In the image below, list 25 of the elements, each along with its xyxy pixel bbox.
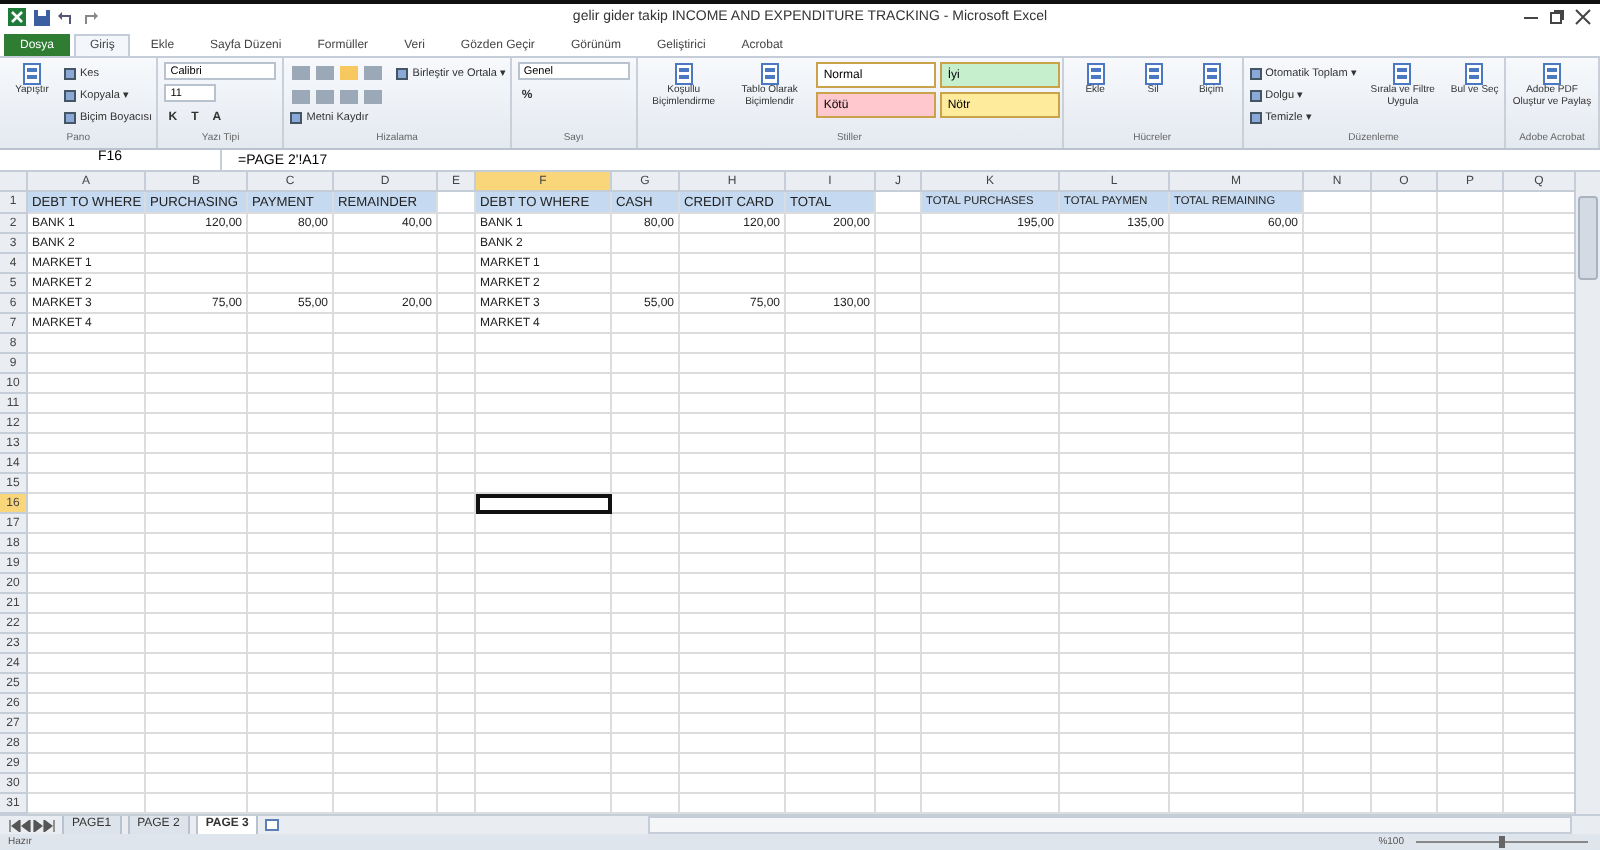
document-icon <box>671 62 696 86</box>
save-icon[interactable] <box>34 9 50 25</box>
tool-icon <box>290 111 303 123</box>
restore-icon[interactable] <box>1548 8 1566 26</box>
new-sheet-icon[interactable] <box>264 818 281 832</box>
tool-icon <box>396 67 409 79</box>
document-icon <box>1462 62 1487 86</box>
document-icon <box>1141 62 1166 86</box>
document-icon <box>1390 62 1415 86</box>
document-icon <box>1540 62 1564 86</box>
sheet-navigation-icon[interactable] <box>8 819 56 831</box>
horizontal-scrollbar[interactable] <box>648 816 1572 834</box>
slider-thumb[interactable] <box>1499 836 1505 848</box>
document-icon <box>20 62 44 86</box>
undo-icon[interactable] <box>58 9 74 25</box>
document-icon <box>1199 62 1224 86</box>
document-icon <box>1083 62 1108 86</box>
close-icon[interactable] <box>1574 8 1592 26</box>
vertical-scrollbar[interactable] <box>1574 172 1600 814</box>
active-cell[interactable] <box>476 494 612 514</box>
document-icon <box>757 62 782 86</box>
zoom-slider[interactable] <box>1412 836 1592 848</box>
redo-icon[interactable] <box>82 9 98 25</box>
select-all-corner[interactable] <box>0 172 28 192</box>
app-icon[interactable] <box>8 8 26 26</box>
